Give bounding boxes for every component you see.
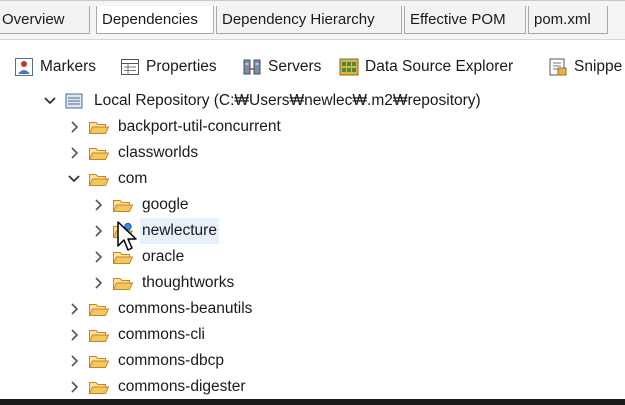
tree-item-label: commons-digester [118, 378, 246, 395]
tree-root-label: Local Repository (C:₩Users₩newlec₩.m2₩re… [94, 92, 481, 109]
tree-item[interactable]: backport-util-concurrent [66, 114, 283, 140]
chevron-right-icon[interactable] [90, 275, 106, 291]
data-source-explorer-icon [339, 58, 359, 76]
tree-item[interactable]: thoughtworks [90, 270, 236, 296]
folder-icon [88, 356, 110, 368]
snippets-icon [549, 58, 567, 76]
chevron-down-icon[interactable] [66, 171, 82, 187]
tree-item-label: classworlds [118, 144, 199, 161]
folder-icon [88, 330, 110, 342]
tree-item-label: thoughtworks [142, 274, 235, 291]
tree-item-label: backport-util-concurrent [118, 118, 281, 135]
chevron-right-icon[interactable] [66, 145, 82, 161]
tree-item-label: com [118, 170, 148, 187]
tree-root-local-repository[interactable]: Local Repository (C:₩Users₩newlec₩.m2₩re… [42, 88, 483, 114]
bottom-edge-bar [0, 399, 625, 405]
tree-item[interactable]: classworlds [66, 140, 200, 166]
tree-item[interactable]: commons-cli [66, 322, 207, 348]
view-properties[interactable]: Properties [120, 55, 217, 79]
tree-item-label: commons-beanutils [118, 300, 253, 317]
tree-item[interactable]: com [66, 166, 149, 192]
tree-item-label: commons-dbcp [118, 352, 224, 369]
folder-icon [88, 382, 110, 394]
tree-item-label: commons-cli [118, 326, 205, 343]
tab-bar-top-border [0, 0, 625, 1]
view-markers-label: Markers [40, 58, 96, 75]
tree-item-label: newlecture [140, 218, 219, 244]
mouse-cursor-icon [117, 221, 137, 251]
tree-item[interactable]: commons-beanutils [66, 296, 254, 322]
repository-tree: Local Repository (C:₩Users₩newlec₩.m2₩re… [0, 88, 625, 400]
view-data-source-explorer-label: Data Source Explorer [365, 58, 514, 75]
chevron-right-icon[interactable] [66, 353, 82, 369]
editor-tab-bar: Overview Dependencies Dependency Hierarc… [0, 0, 625, 40]
tree-item[interactable]: commons-digester [66, 374, 248, 400]
folder-icon [88, 304, 110, 316]
tree-item-label: oracle [142, 248, 185, 265]
servers-icon [243, 59, 261, 75]
tree-item[interactable]: oracle [90, 244, 186, 270]
folder-open-icon [88, 174, 110, 186]
chevron-right-icon[interactable] [90, 223, 106, 239]
tree-item-label: google [142, 196, 189, 213]
folder-icon [88, 122, 110, 134]
chevron-down-icon[interactable] [42, 93, 58, 109]
tab-effective-pom[interactable]: Effective POM [404, 6, 526, 34]
view-snippets[interactable]: Snippe [548, 55, 622, 79]
view-properties-label: Properties [146, 58, 217, 75]
properties-icon [121, 59, 139, 75]
chevron-right-icon[interactable] [66, 119, 82, 135]
tab-pom-xml[interactable]: pom.xml [528, 6, 608, 34]
tab-dependencies[interactable]: Dependencies [96, 6, 214, 34]
view-data-source-explorer[interactable]: Data Source Explorer [339, 55, 513, 79]
chevron-right-icon[interactable] [66, 301, 82, 317]
view-snippets-label: Snippe [574, 58, 623, 75]
tab-dependency-hierarchy[interactable]: Dependency Hierarchy [216, 6, 402, 34]
views-toolbar: Markers Properties Servers Data Source E… [0, 44, 625, 90]
chevron-right-icon[interactable] [90, 197, 106, 213]
tab-bar-bottom-border [0, 39, 625, 40]
tree-item[interactable]: google [90, 192, 191, 218]
markers-icon [15, 58, 33, 76]
tree-item-selected[interactable]: newlecture [90, 218, 219, 244]
folder-icon [112, 278, 134, 290]
tab-overview[interactable]: Overview [0, 6, 90, 34]
folder-icon [88, 148, 110, 160]
tree-item[interactable]: commons-dbcp [66, 348, 226, 374]
repository-icon [65, 93, 83, 109]
view-servers[interactable]: Servers [242, 55, 321, 79]
chevron-right-icon[interactable] [90, 249, 106, 265]
folder-icon [112, 200, 134, 212]
view-servers-label: Servers [268, 58, 322, 75]
chevron-right-icon[interactable] [66, 327, 82, 343]
chevron-right-icon[interactable] [66, 379, 82, 395]
view-markers[interactable]: Markers [14, 55, 96, 79]
